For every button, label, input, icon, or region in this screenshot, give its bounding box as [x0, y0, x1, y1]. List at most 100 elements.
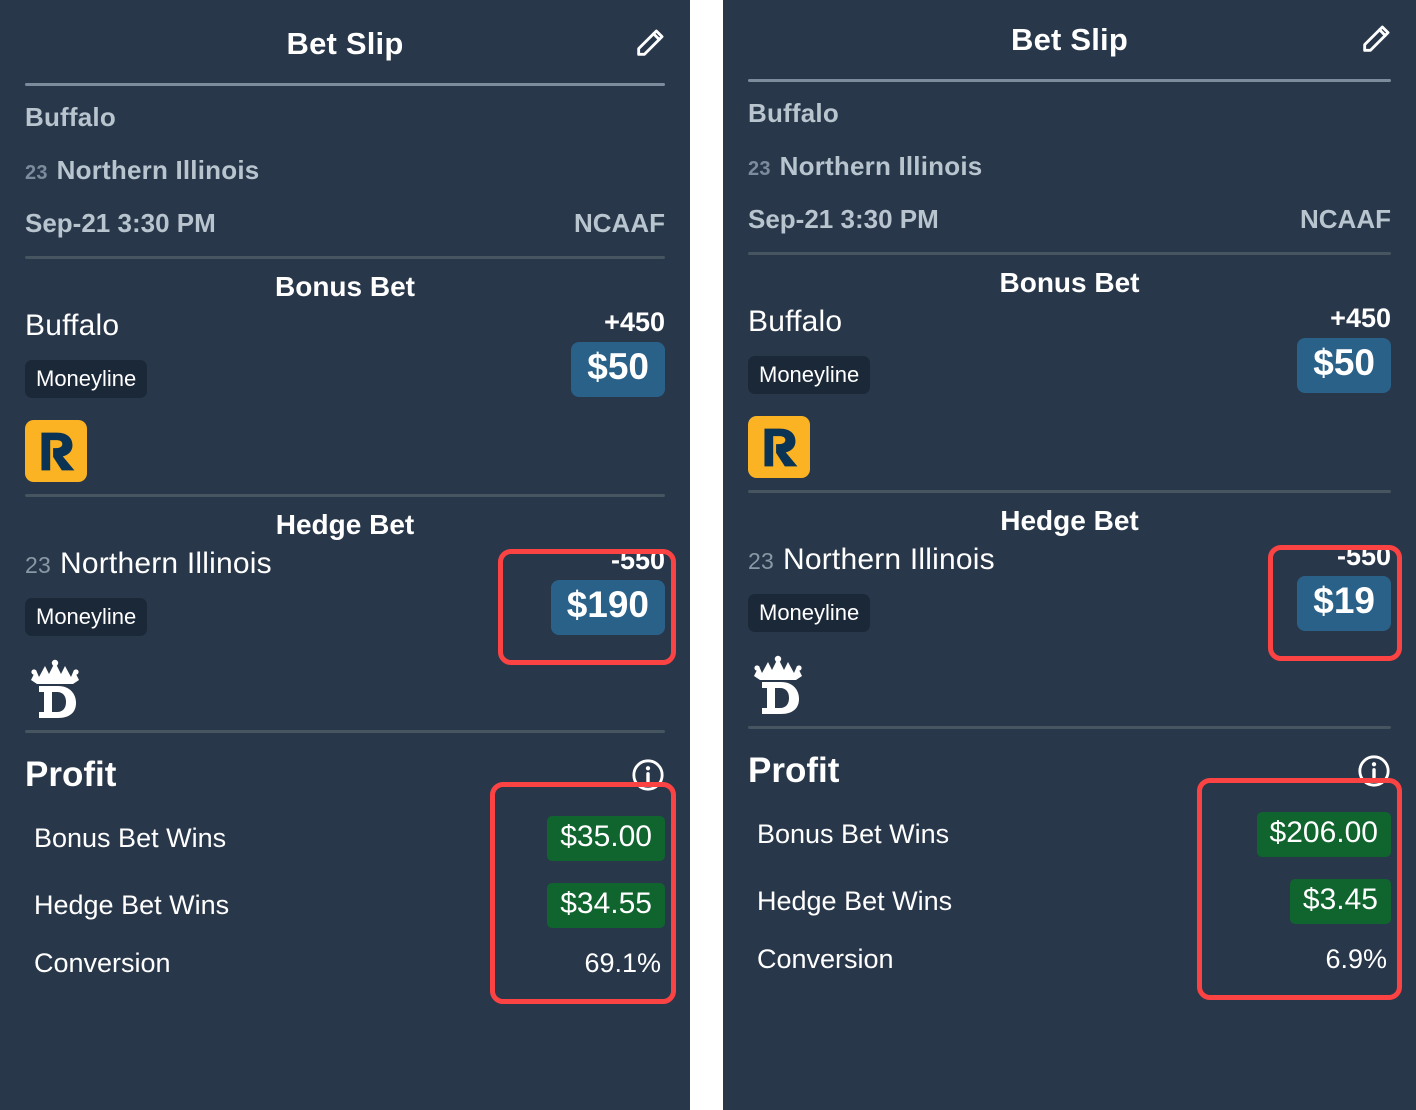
event-datetime: Sep-21 3:30 PM — [748, 204, 939, 234]
profit-title: Profit — [25, 755, 117, 794]
bonus-bet-selection-name: Buffalo — [25, 309, 120, 342]
hedge-bet-odds-group: -550 $19 — [1297, 541, 1391, 631]
bonus-bet-stake-input[interactable]: $50 — [571, 342, 665, 397]
draftkings-logo — [748, 654, 1391, 716]
info-icon[interactable] — [1357, 754, 1391, 788]
profit-row-bonus: Bonus Bet Wins $206.00 — [748, 812, 1391, 857]
profit-row-hedge: Hedge Bet Wins $34.55 — [25, 883, 665, 928]
profit-value-hedge: $3.45 — [1289, 879, 1391, 924]
event-meta-row: Sep-21 3:30 PM NCAAF — [748, 204, 1391, 235]
profit-value-conversion: 6.9% — [1325, 944, 1387, 974]
hedge-bet-odds: -550 — [610, 545, 665, 575]
profit-row-conversion: Conversion 69.1% — [25, 948, 665, 979]
bonus-bet-title: Bonus Bet — [275, 271, 415, 302]
bonus-bet-row: Buffalo Moneyline +450 $50 — [748, 303, 1391, 394]
hedge-bet-odds-group: -550 $190 — [550, 545, 665, 635]
info-icon[interactable] — [631, 758, 665, 792]
matchup-summary: Buffalo 23 Northern Illinois Sep-21 3:30… — [0, 86, 690, 249]
hedge-bet-row: 23 Northern Illinois Moneyline -550 $19 — [748, 541, 1391, 632]
profit-label-conversion: Conversion — [34, 948, 171, 978]
hedge-bet-selection-name: Northern Illinois — [59, 547, 272, 580]
home-team-name: Northern Illinois — [779, 151, 983, 181]
panel-separator — [690, 0, 723, 1110]
away-team-name: Buffalo — [748, 98, 839, 128]
hedge-bet-selection: 23 Northern Illinois — [25, 547, 272, 581]
event-league: NCAAF — [574, 208, 665, 238]
hedge-bet-stake-input[interactable]: $19 — [1297, 576, 1391, 631]
away-team-row: Buffalo — [748, 98, 1391, 129]
profit-row-conversion: Conversion 6.9% — [748, 944, 1391, 975]
home-team-rank: 23 — [25, 162, 48, 184]
comparison-stage: Bet Slip Buffalo 23 Northern Illinois Se… — [0, 0, 1416, 1110]
away-team-name: Buffalo — [25, 102, 116, 132]
hedge-bet-selection-name: Northern Illinois — [782, 543, 995, 576]
hedge-bet-block: Hedge Bet 23 Northern Illinois Moneyline… — [723, 493, 1416, 716]
event-meta-row: Sep-21 3:30 PM NCAAF — [25, 208, 665, 239]
profit-label-conversion: Conversion — [757, 944, 894, 974]
hedge-bet-selection-rank: 23 — [748, 548, 774, 574]
profit-value-hedge: $34.55 — [547, 883, 665, 928]
bonus-bet-block: Bonus Bet Buffalo Moneyline +450 $50 — [0, 259, 690, 482]
bonus-bet-row: Buffalo Moneyline +450 $50 — [25, 307, 665, 398]
bet-slip-panel-left: Bet Slip Buffalo 23 Northern Illinois Se… — [0, 0, 690, 1110]
profit-header: Profit — [25, 733, 665, 795]
hedge-bet-title: Hedge Bet — [1000, 505, 1139, 536]
pencil-icon[interactable] — [633, 26, 667, 60]
hedge-bet-selection-rank: 23 — [25, 552, 51, 578]
bonus-bet-selection-group: Buffalo Moneyline — [25, 307, 148, 398]
home-team-row: 23 Northern Illinois — [748, 151, 1391, 182]
profit-label-bonus: Bonus Bet Wins — [34, 823, 227, 853]
hedge-bet-title: Hedge Bet — [275, 509, 415, 540]
bonus-bet-selection-name: Buffalo — [748, 305, 843, 338]
event-league: NCAAF — [1300, 204, 1391, 234]
panel-header-left: Bet Slip — [0, 0, 690, 83]
profit-row-bonus: Bonus Bet Wins $35.00 — [25, 816, 665, 861]
profit-value-bonus: $35.00 — [547, 816, 665, 861]
hedge-bet-stake-input[interactable]: $190 — [550, 580, 665, 635]
profit-value-conversion: 69.1% — [584, 948, 661, 978]
bonus-bet-market-chip[interactable]: Moneyline — [25, 360, 148, 398]
bonus-bet-odds: +450 — [1330, 303, 1391, 333]
away-team-row: Buffalo — [25, 102, 665, 133]
hedge-bet-selection: 23 Northern Illinois — [748, 543, 995, 577]
profit-title: Profit — [748, 751, 840, 790]
home-team-row: 23 Northern Illinois — [25, 155, 665, 186]
draftkings-logo — [25, 658, 665, 720]
hedge-bet-block: Hedge Bet 23 Northern Illinois Moneyline… — [0, 497, 690, 720]
matchup-summary: Buffalo 23 Northern Illinois Sep-21 3:30… — [723, 82, 1416, 245]
hedge-bet-selection-group: 23 Northern Illinois Moneyline — [25, 545, 272, 636]
profit-section: Profit Bonus Bet Wins $35.00 Hedge Bet W… — [0, 733, 690, 1004]
bonus-bet-selection: Buffalo — [748, 305, 870, 339]
bonus-bet-selection-group: Buffalo Moneyline — [748, 303, 871, 394]
profit-label-hedge: Hedge Bet Wins — [757, 886, 953, 916]
profit-label-bonus: Bonus Bet Wins — [757, 819, 950, 849]
panel-header-right: Bet Slip — [723, 0, 1416, 83]
event-datetime: Sep-21 3:30 PM — [25, 208, 216, 238]
profit-row-hedge: Hedge Bet Wins $3.45 — [748, 879, 1391, 924]
bet-slip-panel-right: Bet Slip Buffalo 23 Northern Illinois Se… — [723, 0, 1416, 1110]
bonus-bet-odds-group: +450 $50 — [1297, 303, 1391, 393]
bonus-bet-title: Bonus Bet — [999, 267, 1140, 298]
profit-label-hedge: Hedge Bet Wins — [34, 890, 230, 920]
bonus-bet-block: Bonus Bet Buffalo Moneyline +450 $50 — [723, 255, 1416, 478]
home-team-name: Northern Illinois — [56, 155, 260, 185]
rebet-logo — [748, 416, 1391, 478]
hedge-bet-selection-group: 23 Northern Illinois Moneyline — [748, 541, 995, 632]
hedge-bet-odds: -550 — [1336, 541, 1391, 571]
bonus-bet-stake-input[interactable]: $50 — [1297, 338, 1391, 393]
home-team-rank: 23 — [748, 158, 771, 180]
hedge-bet-row: 23 Northern Illinois Moneyline -550 $190 — [25, 545, 665, 636]
profit-section: Profit Bonus Bet Wins $206.00 Hedge Bet … — [723, 729, 1416, 1000]
page-title: Bet Slip — [286, 26, 404, 61]
profit-value-bonus: $206.00 — [1256, 812, 1391, 857]
hedge-bet-market-chip[interactable]: Moneyline — [25, 598, 148, 636]
bonus-bet-selection: Buffalo — [25, 309, 147, 343]
rebet-logo — [25, 420, 665, 482]
bonus-bet-odds: +450 — [604, 307, 665, 337]
page-title: Bet Slip — [1010, 22, 1128, 57]
bonus-bet-odds-group: +450 $50 — [571, 307, 665, 397]
bonus-bet-market-chip[interactable]: Moneyline — [748, 356, 871, 394]
pencil-icon[interactable] — [1359, 22, 1393, 56]
profit-header: Profit — [748, 729, 1391, 791]
hedge-bet-market-chip[interactable]: Moneyline — [748, 594, 871, 632]
